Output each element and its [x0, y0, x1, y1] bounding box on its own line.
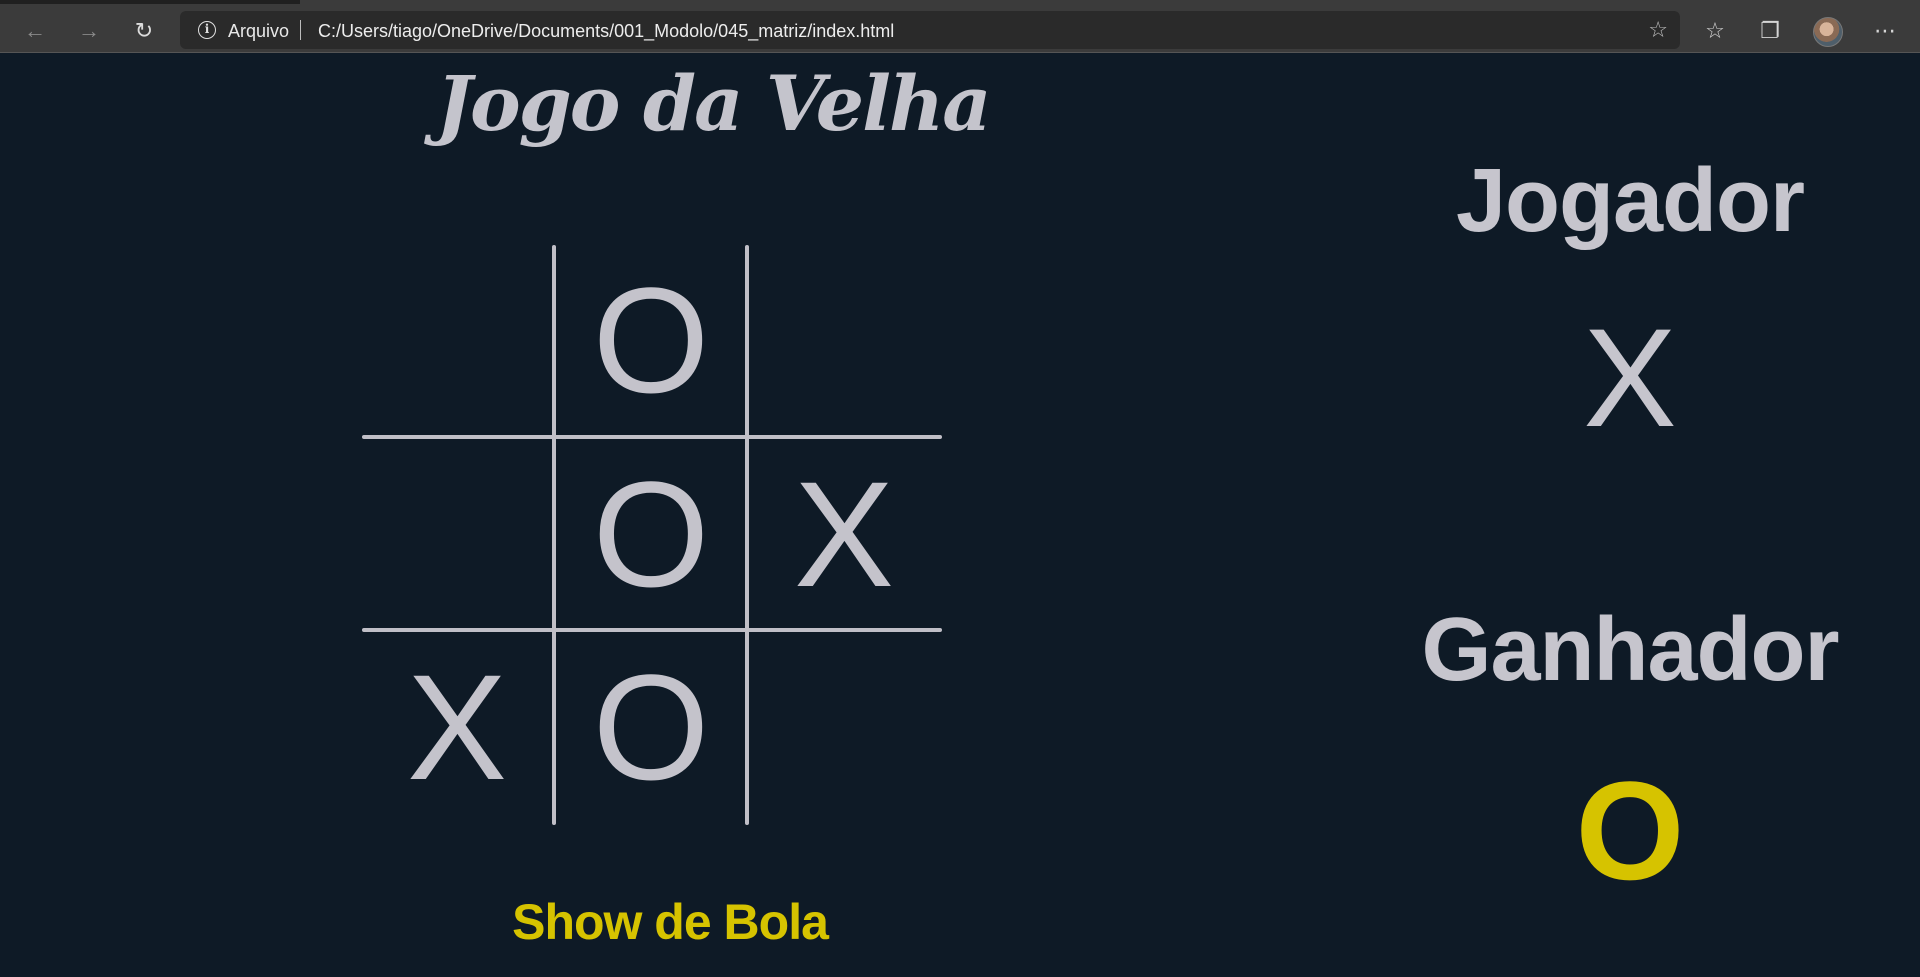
address-bar[interactable]: i Arquivo C:/Users/tiago/OneDrive/Docume…: [180, 11, 1680, 49]
info-icon[interactable]: i: [198, 21, 216, 39]
winner-heading: Ganhador: [1421, 600, 1839, 700]
back-button[interactable]: ←: [17, 13, 53, 49]
reload-icon: ↻: [134, 18, 154, 43]
winner-value: O: [1575, 752, 1685, 909]
tic-tac-toe-board: O O X X O: [362, 245, 942, 825]
profile-avatar[interactable]: [1813, 17, 1843, 47]
more-dots-icon: ⋯: [1874, 18, 1896, 43]
add-favorite-star-icon[interactable]: ☆: [1648, 17, 1668, 43]
page-content: Jogo da Velha O O X X O Show de Bola Jog…: [0, 53, 1920, 977]
favorites-button[interactable]: ☆: [1699, 15, 1731, 47]
browser-toolbar: ← → ↻ i Arquivo C:/Users/tiago/OneDrive/…: [0, 0, 1920, 53]
arrow-left-icon: ←: [24, 18, 46, 43]
board-cell-0-1[interactable]: O: [556, 245, 746, 435]
player-heading: Jogador: [1455, 151, 1805, 251]
current-player-value: X: [1583, 299, 1677, 456]
board-cell-0-2[interactable]: [749, 245, 939, 435]
forward-button[interactable]: →: [71, 13, 107, 49]
site-info-label[interactable]: Arquivo: [228, 21, 289, 42]
active-tab[interactable]: [300, 0, 1920, 4]
tab-strip: [0, 0, 1920, 4]
board-cell-2-0[interactable]: X: [362, 632, 552, 822]
favorites-star-list-icon: ☆: [1705, 18, 1725, 43]
page-title: Jogo da Velha: [436, 59, 992, 148]
board-cell-1-0[interactable]: [362, 439, 552, 629]
arrow-right-icon: →: [78, 18, 100, 43]
collections-button[interactable]: ❐: [1754, 15, 1786, 47]
reload-button[interactable]: ↻: [126, 13, 162, 49]
url-text[interactable]: C:/Users/tiago/OneDrive/Documents/001_Mo…: [318, 21, 894, 42]
board-cell-0-0[interactable]: [362, 245, 552, 435]
footer-message: Show de Bola: [512, 894, 829, 950]
more-options-button[interactable]: ⋯: [1869, 15, 1901, 47]
collections-icon: ❐: [1760, 18, 1780, 43]
address-separator: [300, 20, 301, 40]
board-cell-2-1[interactable]: O: [556, 632, 746, 822]
board-cell-1-2[interactable]: X: [749, 439, 939, 629]
board-cell-2-2[interactable]: [749, 632, 939, 822]
board-cell-1-1[interactable]: O: [556, 439, 746, 629]
